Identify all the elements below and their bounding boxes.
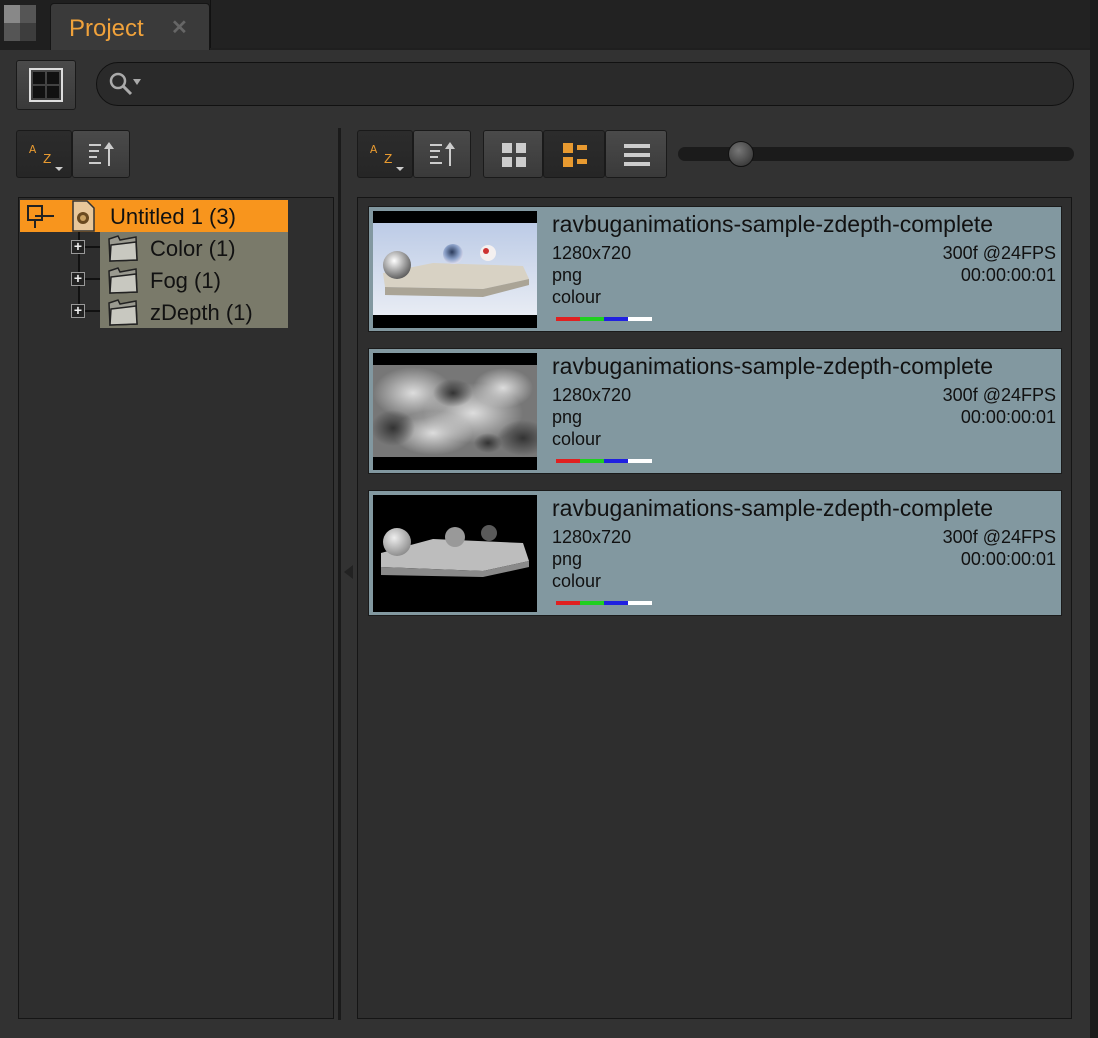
tree-bin-fog[interactable]: Fog (1) [100,264,288,296]
slider-handle[interactable] [728,141,754,167]
detail-view-icon [563,143,587,167]
folder-icon [108,235,138,262]
tree-bin-color[interactable]: Color (1) [100,232,288,264]
list-view-icon [624,144,650,166]
sort-az-icon: A Z [370,143,404,171]
sort-order-icon [89,142,114,166]
clip-frames: 300f @24FPS [942,243,1056,263]
tree-bin-label: zDepth (1) [150,300,253,325]
view-details-button[interactable] [543,130,605,178]
clip-timecode: 00:00:00:01 [960,549,1056,569]
expand-icon[interactable]: + [71,271,85,286]
clip-name: ravbuganimations-sample-zdepth-complete [552,211,994,237]
clip-colorspace: colour [552,571,602,591]
clip-thumbnail [373,495,537,612]
bin-sort-order-button[interactable] [413,130,471,178]
sort-order-icon [430,142,455,166]
clip-name: ravbuganimations-sample-zdepth-complete [552,495,994,521]
layout-toggle-button[interactable] [16,60,76,110]
clip-thumbnail [373,211,537,328]
search-field[interactable] [96,62,1074,106]
sort-alpha-button[interactable]: A Z [16,130,72,178]
project-file-icon [72,200,95,232]
expand-icon[interactable]: + [71,303,85,318]
tree-bin-label: Fog (1) [150,268,221,293]
tree-bin-zdepth[interactable]: zDepth (1) [100,296,288,328]
project-node-icon [27,205,54,228]
clip-format: png [552,265,583,285]
clip-thumbnail [373,353,537,470]
clip-resolution: 1280x720 [552,527,632,547]
clip-timecode: 00:00:00:01 [960,407,1056,427]
clip-item[interactable]: ravbuganimations-sample-zdepth-complete … [368,206,1062,332]
clip-item[interactable]: ravbuganimations-sample-zdepth-complete … [368,348,1062,474]
collapse-arrow-icon[interactable] [344,565,353,579]
clip-format: png [552,407,583,427]
clip-format: png [552,549,583,569]
clip-resolution: 1280x720 [552,243,632,263]
svg-text:A: A [370,143,378,157]
tree-root-project[interactable]: Untitled 1 (3) [20,200,288,232]
svg-text:A: A [29,143,37,157]
clip-frames: 300f @24FPS [942,385,1056,405]
bin-sort-alpha-button[interactable]: A Z [357,130,413,178]
folder-icon [108,267,138,294]
clip-resolution: 1280x720 [552,385,632,405]
channel-indicator [556,459,652,463]
svg-text:Z: Z [384,152,392,168]
panel-splitter[interactable] [338,128,341,1020]
clip-item[interactable]: ravbuganimations-sample-zdepth-complete … [368,490,1062,616]
expand-icon[interactable]: + [71,239,85,254]
window-edge [1090,0,1098,1038]
sort-az-icon: A Z [29,143,63,171]
clip-colorspace: colour [552,287,602,307]
clip-name: ravbuganimations-sample-zdepth-complete [552,353,994,379]
view-thumbnails-button[interactable] [483,130,543,178]
grid-layout-icon [29,68,63,102]
tab-project[interactable]: Project ✕ [50,3,210,51]
tab-title: Project [69,15,144,42]
channel-indicator [556,601,652,605]
folder-icon [108,299,138,326]
channel-indicator [556,317,652,321]
tree-root-label: Untitled 1 (3) [110,204,236,229]
close-icon[interactable]: ✕ [171,15,188,40]
tree-bin-label: Color (1) [150,236,236,261]
search-icon[interactable] [107,71,143,97]
view-list-button[interactable] [605,130,667,178]
clip-colorspace: colour [552,429,602,449]
clip-timecode: 00:00:00:01 [960,265,1056,285]
panel-menu-icon[interactable] [4,5,36,41]
svg-text:Z: Z [43,152,51,168]
sort-order-button[interactable] [72,130,130,178]
thumbnail-view-icon [502,143,526,167]
clip-frames: 300f @24FPS [942,527,1056,547]
search-input[interactable] [145,69,1049,101]
